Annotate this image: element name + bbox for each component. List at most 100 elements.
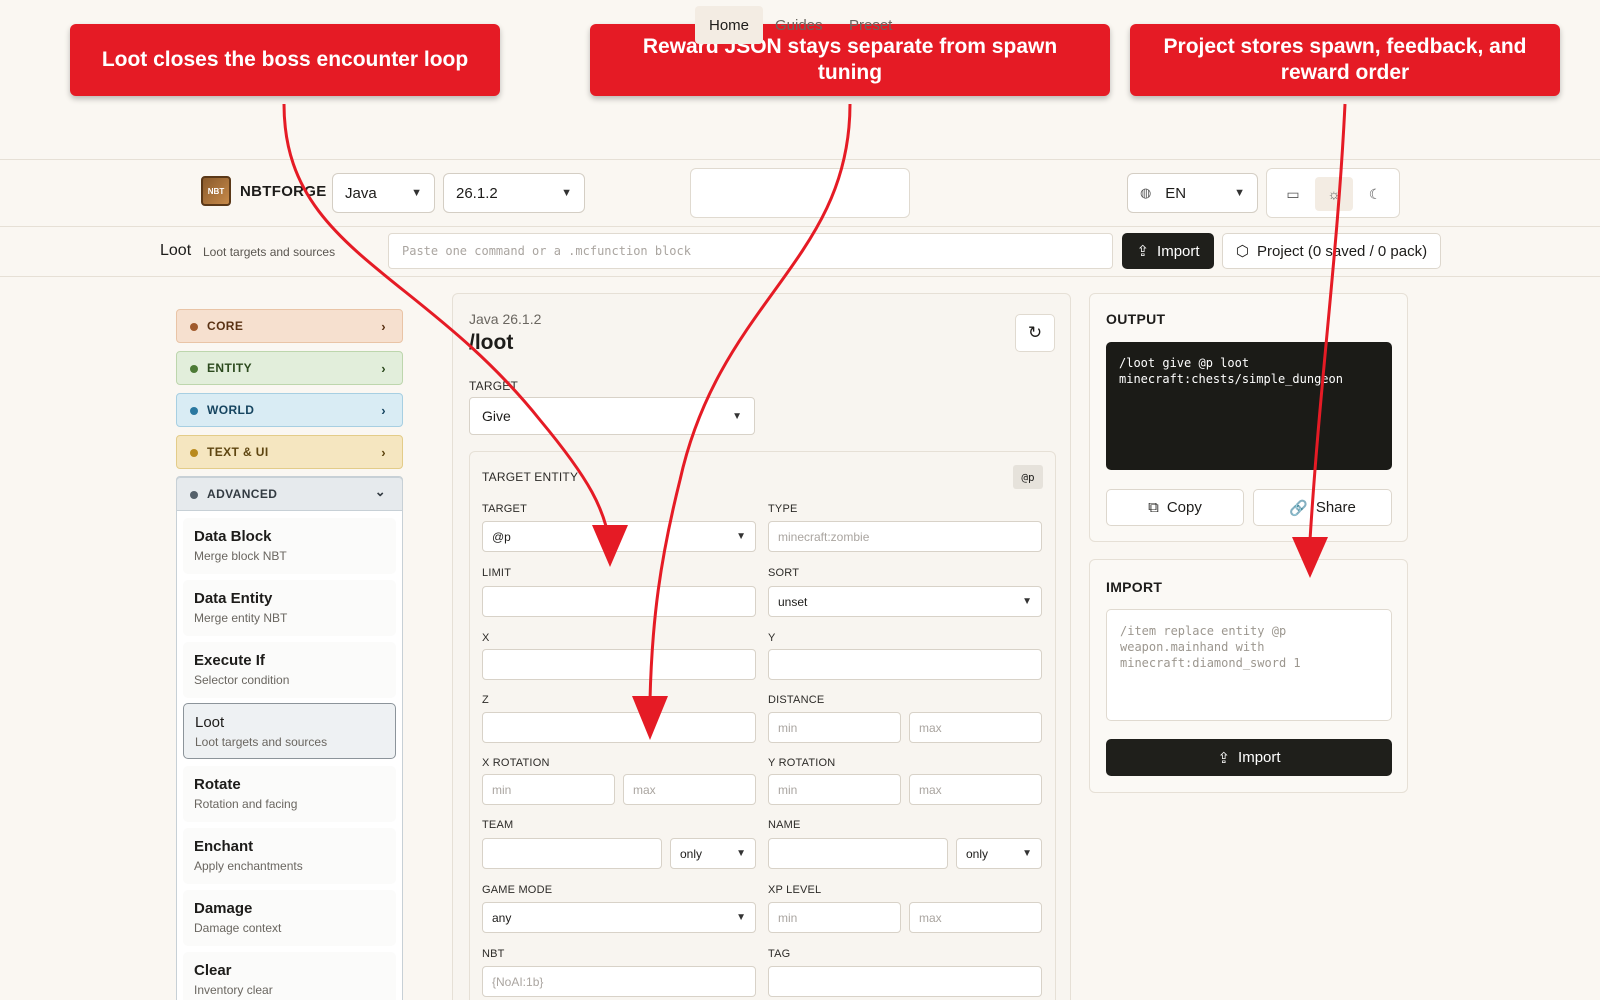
limit-input[interactable] [482,586,756,617]
upload-icon: ⇪ [1217,749,1231,767]
import-heading: IMPORT [1106,579,1163,595]
edition-version-label: Java 26.1.2 [469,311,542,327]
sidebar-item-loot[interactable]: Loot Loot targets and sources [183,703,396,759]
type-input[interactable]: minecraft:zombie [768,521,1042,552]
category-core[interactable]: CORE › [176,309,403,343]
sidebar-item-execute-if[interactable]: Execute If Selector condition [183,642,396,698]
sidebar-item-title: Rotate [194,776,241,793]
sidebar-item-subtitle: Merge block NBT [194,549,287,563]
name-label: NAME [768,819,801,831]
distance-label: DISTANCE [768,694,825,706]
output-heading: OUTPUT [1106,311,1166,327]
project-button[interactable]: ⬡ Project (0 saved / 0 pack) [1222,233,1441,269]
distance-max-input[interactable]: max [909,712,1042,743]
chevron-down-icon: ▼ [736,531,746,542]
nbt-input[interactable]: {NoAI:1b} [482,966,756,997]
limit-label: LIMIT [482,567,512,579]
tag-label: TAG [768,948,791,960]
copy-icon: ⧉ [1148,499,1159,516]
selector-target-select[interactable]: @p ▼ [482,521,756,552]
z-input[interactable] [482,712,756,743]
x-input[interactable] [482,649,756,680]
sidebar-item-title: Clear [194,962,232,979]
sidebar-item-subtitle: Merge entity NBT [194,611,288,625]
x-rotation-max-input[interactable]: max [623,774,756,805]
category-dot [190,323,198,331]
version-value: 26.1.2 [456,184,498,202]
type-label: TYPE [768,503,798,515]
target-mode-select[interactable]: Give ▼ [469,397,755,435]
category-dot [190,365,198,373]
reset-button[interactable]: ↻ [1015,314,1055,352]
nav-preset[interactable]: Preset [849,6,892,44]
monitor-icon[interactable]: ▭ [1274,177,1312,211]
version-select[interactable]: 26.1.2 ▼ [443,173,585,213]
chevron-down-icon: ▼ [732,410,742,422]
xp-level-min-input[interactable]: min [768,902,901,933]
game-mode-value: any [492,910,512,925]
category-label: ENTITY [207,361,253,375]
sidebar-item-title: Execute If [194,652,265,669]
import-textarea[interactable]: /item replace entity @p weapon.mainhand … [1106,609,1392,721]
category-advanced[interactable]: ADVANCED ⌄ [176,477,403,511]
import-submit-button[interactable]: ⇪ Import [1106,739,1392,776]
sidebar-item-subtitle: Apply enchantments [194,859,303,873]
selector-target-label: TARGET [482,503,527,515]
tag-input[interactable] [768,966,1042,997]
game-mode-select[interactable]: any ▼ [482,902,756,933]
moon-icon[interactable]: ☾ [1356,177,1394,211]
category-label: CORE [207,319,244,333]
sort-value: unset [778,594,808,609]
sidebar-item-damage[interactable]: Damage Damage context [183,890,396,946]
sidebar-item-rotate[interactable]: Rotate Rotation and facing [183,766,396,822]
command-paste-input[interactable]: Paste one command or a .mcfunction block [388,233,1113,269]
nbtforge-logo[interactable]: NBT [201,176,231,206]
language-select[interactable]: ◍ EN ▼ [1127,173,1258,213]
nav-guides[interactable]: Guides [775,6,823,44]
chevron-down-icon: ▼ [1022,596,1032,607]
brand-name[interactable]: NBTFORGE [240,183,327,200]
chevron-right-icon: › [381,319,386,334]
category-world[interactable]: WORLD › [176,393,403,427]
share-button[interactable]: 🔗 Share [1253,489,1392,526]
sidebar-item-clear[interactable]: Clear Inventory clear [183,952,396,1000]
selector-target-value: @p [492,529,511,544]
upload-icon: ⇪ [1136,243,1150,260]
category-dot [190,491,198,499]
sidebar-item-enchant[interactable]: Enchant Apply enchantments [183,828,396,884]
y-rotation-min-input[interactable]: min [768,774,901,805]
nav-home[interactable]: Home [695,6,764,44]
name-input[interactable] [768,838,948,869]
category-label: TEXT & UI [207,445,269,459]
team-mode-select[interactable]: only ▼ [670,838,756,869]
globe-icon: ◍ [1140,185,1152,200]
sidebar-item-data-block[interactable]: Data Block Merge block NBT [183,518,396,574]
name-mode-select[interactable]: only ▼ [956,838,1042,869]
team-label: TEAM [482,819,514,831]
team-input[interactable] [482,838,662,869]
y-input[interactable] [768,649,1042,680]
sidebar-item-title: Enchant [194,838,254,855]
edition-select[interactable]: Java ▼ [332,173,435,213]
target-entity-heading: TARGET ENTITY [482,470,579,484]
sidebar-item-data-entity[interactable]: Data Entity Merge entity NBT [183,580,396,636]
import-button[interactable]: ⇪ Import [1122,233,1214,269]
x-rotation-min-input[interactable]: min [482,774,615,805]
xp-level-max-input[interactable]: max [909,902,1042,933]
theme-switcher: ▭ ☼ ☾ [1266,168,1400,218]
sidebar-item-subtitle: Damage context [194,921,282,935]
distance-min-input[interactable]: min [768,712,901,743]
output-code[interactable]: /loot give @p loot minecraft:chests/simp… [1106,342,1392,470]
xp-level-label: XP LEVEL [768,884,822,896]
game-mode-label: GAME MODE [482,884,553,896]
sun-icon[interactable]: ☼ [1315,177,1353,211]
category-text-ui[interactable]: TEXT & UI › [176,435,403,469]
category-entity[interactable]: ENTITY › [176,351,403,385]
copy-button[interactable]: ⧉ Copy [1106,489,1244,526]
sort-label: SORT [768,567,800,579]
refresh-icon: ↻ [1027,323,1043,342]
package-icon: ⬡ [1235,243,1250,260]
sort-select[interactable]: unset ▼ [768,586,1042,617]
y-rotation-max-input[interactable]: max [909,774,1042,805]
sidebar-item-title: Data Block [194,528,272,545]
